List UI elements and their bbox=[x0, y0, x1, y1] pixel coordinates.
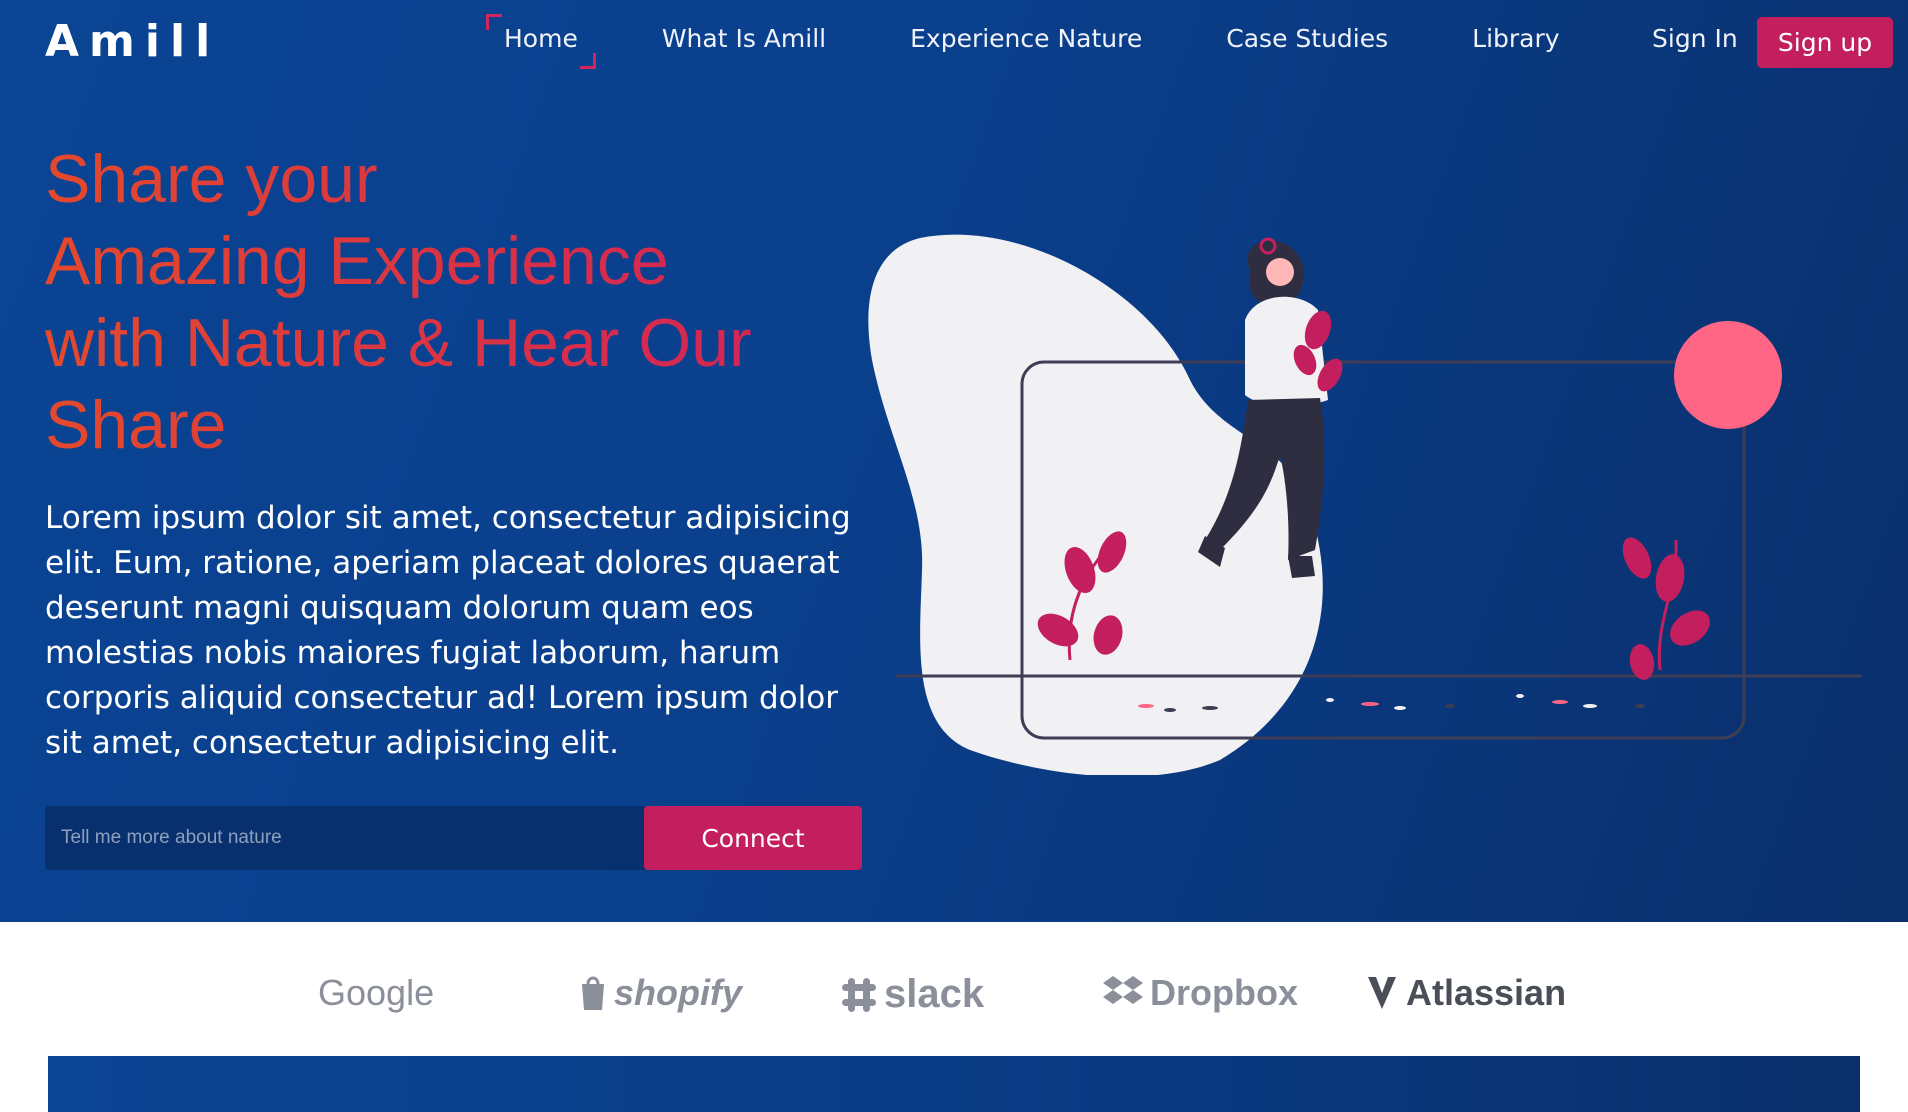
nav-what-is-amill-label: What Is Amill bbox=[661, 24, 827, 53]
active-corner-top-left bbox=[486, 14, 502, 30]
active-corner-bottom-right bbox=[579, 53, 596, 69]
slack-hash-icon bbox=[842, 977, 876, 1012]
shopify-logo: shopify bbox=[578, 972, 742, 1014]
shopify-logo-text: shopify bbox=[614, 972, 743, 1013]
hero-paragraph: Lorem ipsum dolor sit amet, consectetur … bbox=[45, 500, 851, 761]
connect-form: Connect bbox=[45, 806, 863, 870]
nav-case-studies-label: Case Studies bbox=[1226, 24, 1389, 53]
dropbox-box-icon bbox=[1103, 976, 1143, 1004]
nav-library-label: Library bbox=[1472, 24, 1560, 53]
connect-button[interactable]: Connect bbox=[644, 806, 862, 870]
sign-in-link[interactable]: Sign In bbox=[1652, 24, 1738, 53]
nav-experience-nature-label: Experience Nature bbox=[910, 24, 1143, 53]
google-logo: Google bbox=[318, 972, 434, 1014]
partner-logos: Google shopify slack Dropbox Atlassian bbox=[0, 922, 1908, 1056]
hero-section: Amill Home What Is Amill Experience Natu… bbox=[0, 0, 1908, 922]
brand-logo[interactable]: Amill bbox=[45, 16, 220, 67]
atlassian-logo: Atlassian bbox=[1364, 972, 1566, 1014]
nav-what-is-amill[interactable]: What Is Amill bbox=[644, 22, 844, 55]
nature-input[interactable] bbox=[45, 806, 645, 870]
nature-illustration bbox=[868, 234, 1862, 775]
nav-case-studies[interactable]: Case Studies bbox=[1208, 22, 1406, 55]
headline-line-3: with Nature & Hear Our bbox=[45, 305, 752, 381]
headline-line-2: Amazing Experience bbox=[45, 223, 669, 299]
dropbox-logo-text: Dropbox bbox=[1150, 972, 1298, 1013]
atlassian-icon bbox=[1368, 977, 1396, 1009]
main-nav: Home What Is Amill Experience Nature Cas… bbox=[486, 14, 1626, 69]
atlassian-logo-text: Atlassian bbox=[1406, 972, 1567, 1013]
sun-circle bbox=[1674, 321, 1782, 429]
slack-logo: slack bbox=[840, 972, 984, 1017]
sign-up-button[interactable]: Sign up bbox=[1757, 17, 1893, 68]
headline-line-4: Share bbox=[45, 387, 227, 463]
slack-logo-text: slack bbox=[884, 972, 985, 1016]
right-plant bbox=[1622, 537, 1710, 680]
dropbox-logo: Dropbox bbox=[1102, 972, 1298, 1014]
headline-line-1: Share your bbox=[45, 141, 378, 217]
shopify-bag-icon bbox=[582, 976, 604, 1010]
nav-library[interactable]: Library bbox=[1454, 22, 1577, 55]
nav-experience-nature[interactable]: Experience Nature bbox=[892, 22, 1160, 55]
nav-home[interactable]: Home bbox=[486, 14, 596, 69]
hero-headline: Share your Amazing Experience with Natur… bbox=[45, 138, 825, 466]
next-section-band bbox=[48, 1056, 1860, 1112]
nav-home-label: Home bbox=[504, 24, 578, 53]
google-logo-text: Google bbox=[318, 972, 435, 1013]
